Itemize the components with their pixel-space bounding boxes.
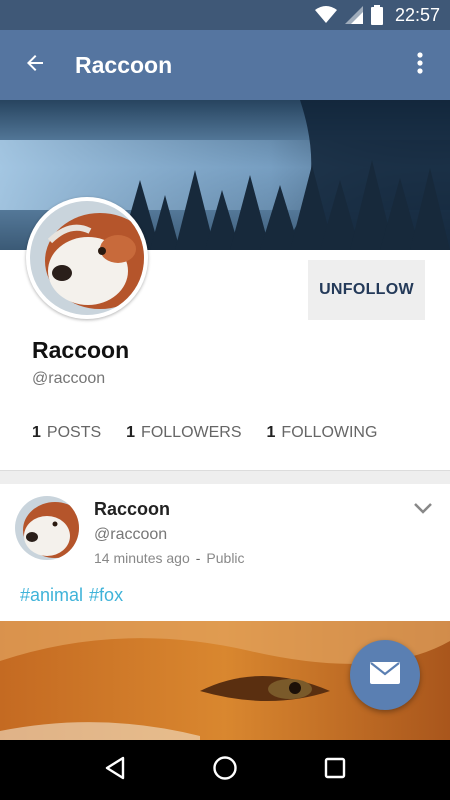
profile-stats: 1 POSTS 1 FOLLOWERS 1 FOLLOWING xyxy=(32,424,377,442)
system-nav-bar xyxy=(0,740,450,800)
chevron-down-icon xyxy=(413,501,433,519)
meta-separator: - xyxy=(195,550,201,566)
overflow-menu-button[interactable] xyxy=(400,45,440,85)
post-meta: 14 minutes ago - Public xyxy=(94,550,245,566)
stat-count: 1 xyxy=(266,424,276,441)
stat-count: 1 xyxy=(32,424,41,441)
post-tags: #animal #fox xyxy=(20,585,123,606)
profile-name: Raccoon xyxy=(32,337,130,363)
hashtag-link[interactable]: #fox xyxy=(89,585,123,606)
post-author-handle: @raccoon xyxy=(94,526,168,543)
signal-icon xyxy=(344,6,363,24)
status-time: 22:57 xyxy=(394,4,440,25)
nav-home-button[interactable] xyxy=(200,745,250,795)
post-author-avatar[interactable] xyxy=(15,496,79,560)
mail-icon xyxy=(370,661,400,689)
red-panda-photo xyxy=(30,201,144,315)
wifi-icon xyxy=(314,6,337,24)
hashtag-link[interactable]: #animal xyxy=(20,585,83,606)
circle-home-icon xyxy=(212,755,238,786)
arrow-back-icon xyxy=(23,51,47,80)
stat-count: 1 xyxy=(126,424,136,441)
triangle-back-icon xyxy=(104,756,126,785)
profile-handle: @raccoon xyxy=(32,370,106,387)
post-options-button[interactable] xyxy=(408,498,438,522)
stat-following[interactable]: 1 FOLLOWING xyxy=(267,424,378,442)
back-button[interactable] xyxy=(0,30,70,100)
section-divider xyxy=(0,470,450,484)
profile-avatar[interactable] xyxy=(26,197,148,319)
stat-label: FOLLOWERS xyxy=(141,424,242,441)
page-title: Raccoon xyxy=(75,51,173,78)
stat-label: FOLLOWING xyxy=(281,424,378,441)
stat-posts[interactable]: 1 POSTS xyxy=(32,424,101,442)
compose-message-fab[interactable] xyxy=(350,640,420,710)
post-visibility: Public xyxy=(206,550,245,566)
nav-recents-button[interactable] xyxy=(310,745,360,795)
more-vert-icon xyxy=(417,51,423,79)
stat-followers[interactable]: 1 FOLLOWERS xyxy=(126,424,241,442)
stat-label: POSTS xyxy=(46,424,102,441)
unfollow-button[interactable]: UNFOLLOW xyxy=(308,260,425,320)
battery-icon xyxy=(370,5,383,25)
nav-back-button[interactable] xyxy=(90,745,140,795)
app-bar: Raccoon xyxy=(0,30,450,100)
post-time: 14 minutes ago xyxy=(94,550,190,566)
status-bar: 22:57 xyxy=(0,0,450,30)
post-author-name[interactable]: Raccoon xyxy=(94,499,170,520)
square-recents-icon xyxy=(324,757,346,784)
